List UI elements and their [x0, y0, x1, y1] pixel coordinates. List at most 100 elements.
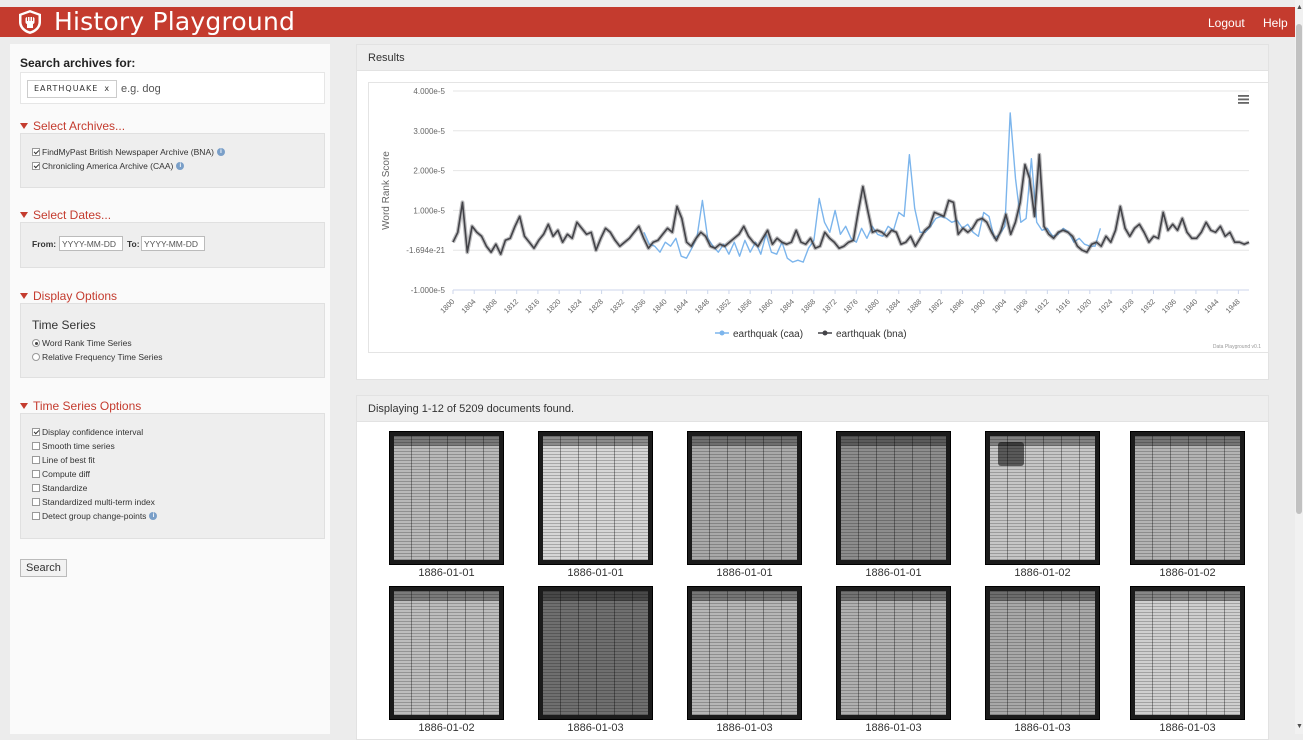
best-fit-checkbox[interactable]: Line of best fit [32, 455, 95, 465]
newspaper-masthead [1135, 591, 1240, 601]
search-box[interactable]: EARTHQUAKE x [20, 72, 325, 104]
newspaper-masthead [692, 591, 797, 601]
document-item[interactable]: 1886-01-03 [538, 586, 653, 734]
change-points-checkbox[interactable]: Detect group change-points i [32, 511, 158, 521]
smooth-checkbox[interactable]: Smooth time series [32, 441, 115, 451]
x-tick-label: 1896 [948, 297, 966, 315]
sidebar: Search archives for: EARTHQUAKE x Select … [10, 44, 330, 734]
x-tick-label: 1864 [778, 297, 796, 315]
info-icon[interactable]: i [149, 512, 158, 520]
scroll-up-arrow-icon[interactable]: ▲ [1296, 4, 1303, 11]
logout-link[interactable]: Logout [1208, 16, 1245, 30]
newspaper-thumbnail[interactable] [1130, 431, 1245, 565]
checkbox[interactable] [32, 456, 40, 464]
document-date: 1886-01-03 [865, 722, 922, 734]
document-item[interactable]: 1886-01-03 [985, 586, 1100, 734]
page-scrollbar[interactable]: ▲ ▼ [1295, 0, 1303, 734]
app-title[interactable]: History Playground [54, 8, 295, 36]
newspaper-thumbnail[interactable] [538, 431, 653, 565]
search-button[interactable]: Search [20, 559, 67, 577]
from-label: From: [32, 239, 57, 249]
x-tick-label: 1828 [587, 297, 605, 315]
newspaper-thumbnail[interactable] [836, 586, 951, 720]
document-date: 1886-01-01 [716, 567, 773, 579]
scrollbar-thumb[interactable] [1296, 24, 1302, 514]
info-icon[interactable]: i [176, 162, 185, 170]
checkbox[interactable] [32, 470, 40, 478]
checkbox[interactable] [32, 162, 40, 170]
document-item[interactable]: 1886-01-03 [836, 586, 951, 734]
app-header: History Playground Logout Help [0, 7, 1296, 37]
toggle-time-series-options[interactable]: Time Series Options [20, 399, 141, 413]
to-date-input[interactable] [141, 236, 205, 251]
newspaper-thumbnail[interactable] [389, 431, 504, 565]
x-tick-label: 1904 [990, 297, 1008, 315]
hamburger-menu-icon[interactable] [1238, 95, 1249, 104]
time-series-options-title: Time Series Options [33, 399, 142, 413]
search-input[interactable] [119, 79, 319, 99]
time-series-subheading: Time Series [32, 318, 96, 332]
checkbox[interactable] [32, 512, 40, 520]
results-title: Results [357, 45, 1268, 71]
radio-button[interactable] [32, 353, 40, 361]
x-tick-label: 1836 [629, 297, 647, 315]
document-item[interactable]: 1886-01-01 [687, 431, 802, 579]
y-tick-label: -1.694e-21 [406, 246, 445, 255]
fist-shield-icon[interactable] [17, 9, 43, 35]
info-icon[interactable]: i [216, 148, 225, 156]
newspaper-masthead [543, 591, 648, 601]
checkbox[interactable] [32, 484, 40, 492]
x-tick-label: 1920 [1075, 297, 1093, 315]
checkbox[interactable] [32, 428, 40, 436]
document-item[interactable]: 1886-01-02 [985, 431, 1100, 579]
archive-bna-checkbox[interactable]: FindMyPast British Newspaper Archive (BN… [32, 147, 225, 157]
checkbox[interactable] [32, 148, 40, 156]
document-item[interactable]: 1886-01-03 [687, 586, 802, 734]
standardize-checkbox[interactable]: Standardize [32, 483, 87, 493]
document-item[interactable]: 1886-01-02 [389, 586, 504, 734]
checkbox[interactable] [32, 442, 40, 450]
document-item[interactable]: 1886-01-01 [836, 431, 951, 579]
word-rank-radio[interactable]: Word Rank Time Series [32, 338, 132, 348]
toggle-select-dates[interactable]: Select Dates... [20, 208, 111, 222]
search-term-chip[interactable]: EARTHQUAKE x [27, 80, 118, 98]
scroll-down-arrow-icon[interactable]: ▼ [1296, 723, 1303, 730]
help-link[interactable]: Help [1263, 16, 1288, 30]
document-item[interactable]: 1886-01-01 [538, 431, 653, 579]
newspaper-thumbnail[interactable] [985, 586, 1100, 720]
newspaper-thumbnail[interactable] [687, 431, 802, 565]
toggle-display-options[interactable]: Display Options [20, 289, 117, 303]
confidence-interval-checkbox[interactable]: Display confidence interval [32, 427, 143, 437]
y-tick-label: 1.000e-5 [413, 206, 445, 215]
y-tick-label: 3.000e-5 [413, 127, 445, 136]
multi-term-index-checkbox[interactable]: Standardized multi-term index [32, 497, 155, 507]
from-date-input[interactable] [59, 236, 123, 251]
relative-frequency-radio[interactable]: Relative Frequency Time Series [32, 352, 162, 362]
toggle-select-archives[interactable]: Select Archives... [20, 119, 125, 133]
x-tick-label: 1876 [842, 297, 860, 315]
document-item[interactable]: 1886-01-01 [389, 431, 504, 579]
newspaper-thumbnail[interactable] [687, 586, 802, 720]
newspaper-masthead [394, 436, 499, 446]
archive-bna-label: FindMyPast British Newspaper Archive (BN… [42, 147, 214, 157]
newspaper-page-image [1135, 591, 1240, 715]
newspaper-thumbnail[interactable] [538, 586, 653, 720]
x-tick-label: 1820 [544, 297, 562, 315]
compute-diff-checkbox[interactable]: Compute diff [32, 469, 90, 479]
remove-term-icon[interactable]: x [104, 84, 110, 93]
newspaper-page-image [841, 436, 946, 560]
x-tick-label: 1844 [672, 297, 690, 315]
triangle-down-icon [20, 123, 28, 129]
document-item[interactable]: 1886-01-03 [1130, 586, 1245, 734]
archive-caa-checkbox[interactable]: Chronicling America Archive (CAA) i [32, 161, 185, 171]
x-tick-label: 1868 [799, 297, 817, 315]
newspaper-thumbnail[interactable] [836, 431, 951, 565]
x-tick-label: 1884 [884, 297, 902, 315]
newspaper-thumbnail[interactable] [985, 431, 1100, 565]
document-item[interactable]: 1886-01-02 [1130, 431, 1245, 579]
newspaper-thumbnail[interactable] [1130, 586, 1245, 720]
radio-button[interactable] [32, 339, 40, 347]
newspaper-thumbnail[interactable] [389, 586, 504, 720]
checkbox[interactable] [32, 498, 40, 506]
x-tick-label: 1832 [608, 297, 626, 315]
